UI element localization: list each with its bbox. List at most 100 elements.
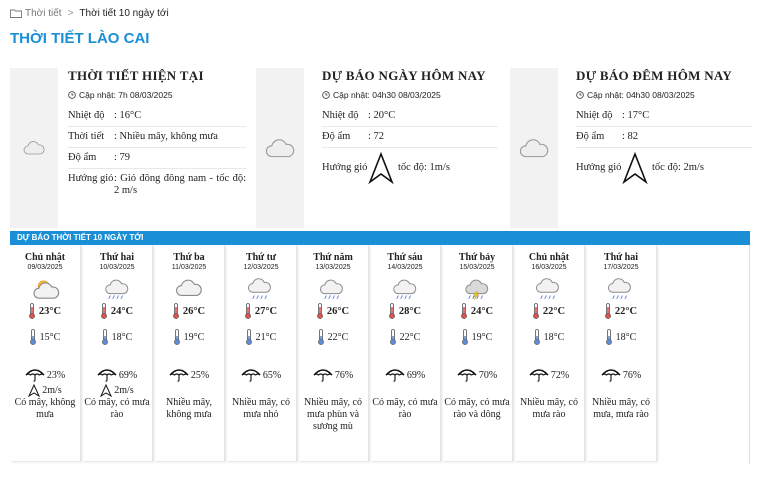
forecast-weather-icon-box <box>514 275 584 303</box>
forecast-day-card[interactable]: Chủ nhật 16/03/2025 22°C 18°C 72% Nhiều … <box>514 245 585 461</box>
forecast-day-date: 13/03/2025 <box>315 264 351 271</box>
ten-day-forecast-heading: DỰ BÁO THỜI TIẾT 10 NGÀY TỚI <box>10 231 750 245</box>
forecast-low-temp-line: 19°C <box>442 329 512 345</box>
thermometer-high-icon <box>100 303 107 319</box>
umbrella-icon <box>385 369 405 382</box>
forecast-high-temp-line: 22°C <box>514 303 584 319</box>
current-row-wind: Hướng gió: Gió đông đông nam - tốc độ: 2… <box>68 173 246 196</box>
forecast-low-temp: 22°C <box>399 331 421 343</box>
forecast-day-card[interactable]: Thứ sáu 14/03/2025 28°C 22°C 69% Có mây,… <box>370 245 441 461</box>
forecast-day-card[interactable]: Thứ tư 12/03/2025 27°C 21°C 65% Nhiều mâ… <box>226 245 297 461</box>
forecast-high-temp: 24°C <box>110 305 134 317</box>
forecast-day-card[interactable]: Thứ năm 13/03/2025 26°C 22°C 76% Nhiều m… <box>298 245 369 461</box>
forecast-wind-line <box>154 383 224 397</box>
forecast-wind-line <box>370 383 440 397</box>
breadcrumb-home-link[interactable]: Thời tiết <box>10 8 62 19</box>
folder-icon <box>10 9 22 18</box>
forecast-rain-line: 69% <box>370 367 440 383</box>
forecast-high-temp-line: 22°C <box>586 303 656 319</box>
forecast-weather-icon-box <box>370 275 440 303</box>
forecast-day-name: Thứ bảy <box>458 252 496 263</box>
forecast-day-card[interactable]: Thứ bảy 15/03/2025 24°C 19°C 70% Có mây,… <box>442 245 513 461</box>
today-heading: DỰ BÁO NGÀY HÔM NAY <box>322 68 486 83</box>
today-updated-text: Cập nhật: 04h30 08/03/2025 <box>333 90 441 100</box>
thermometer-high-icon <box>28 303 35 319</box>
today-updated: Cập nhật: 04h30 08/03/2025 <box>322 90 498 100</box>
cloud-drizzle-icon <box>319 279 343 299</box>
forecast-day-card[interactable]: Chủ nhật 09/03/2025 23°C 15°C 23% 2m/s C… <box>10 245 81 461</box>
forecast-low-temp: 21°C <box>255 331 277 343</box>
forecast-low-temp: 18°C <box>615 331 637 343</box>
forecast-description: Nhiều mây, có mưa, mưa rào <box>592 397 650 420</box>
thermometer-high-icon <box>604 303 611 319</box>
forecast-day-name: Thứ hai <box>603 252 639 263</box>
forecast-rain-line: 76% <box>586 367 656 383</box>
forecast-description: Nhiều mây, có mưa phùn và sương mù <box>304 397 362 432</box>
forecast-wind-line: 2m/s <box>82 383 152 397</box>
forecast-day-name: Chủ nhật <box>528 252 570 263</box>
thermometer-low-icon <box>173 329 180 345</box>
forecast-high-temp-line: 26°C <box>154 303 224 319</box>
forecast-high-temp-line: 27°C <box>226 303 296 319</box>
tonight-heading: DỰ BÁO ĐÊM HÔM NAY <box>576 68 733 83</box>
umbrella-icon <box>457 369 477 382</box>
tonight-row-temp: Nhiệt độ: 17°C <box>576 106 752 127</box>
forecast-rain-chance: 23% <box>46 369 66 381</box>
forecast-description: Nhiều mây, có mưa nhỏ <box>232 397 290 420</box>
forecast-rain-chance: 70% <box>478 369 498 381</box>
forecast-low-temp-line: 18°C <box>82 329 152 345</box>
forecast-description: Có mây, có mưa rào và dông <box>444 397 510 420</box>
current-row-weather: Thời tiết: Nhiều mây, không mưa <box>68 127 246 148</box>
umbrella-icon <box>313 369 333 382</box>
today-forecast-panel: DỰ BÁO NGÀY HÔM NAY Cập nhật: 04h30 08/0… <box>322 68 498 228</box>
forecast-rain-line: 65% <box>226 367 296 383</box>
forecast-day-name: Chủ nhật <box>24 252 66 263</box>
forecast-description: Có mây, có mưa rào <box>84 397 150 420</box>
breadcrumb: Thời tiết > Thời tiết 10 ngày tới <box>10 8 169 19</box>
forecast-low-temp: 19°C <box>471 331 493 343</box>
forecast-wind-line <box>226 383 296 397</box>
forecast-low-temp-line: 18°C <box>514 329 584 345</box>
forecast-day-card[interactable]: Thứ hai 17/03/2025 22°C 18°C 76% Nhiều m… <box>586 245 657 461</box>
thermometer-low-icon <box>29 329 36 345</box>
thermometer-low-icon <box>317 329 324 345</box>
clock-icon <box>322 91 330 99</box>
forecast-day-date: 15/03/2025 <box>459 264 495 271</box>
current-row-temp: Nhiệt độ: 16°C <box>68 106 246 127</box>
forecast-rain-chance: 69% <box>406 369 426 381</box>
forecast-low-temp: 19°C <box>183 331 205 343</box>
current-row-humidity: Độ ẩm: 79 <box>68 148 246 169</box>
forecast-description: Có mây, có mưa rào <box>372 397 438 420</box>
forecast-day-card[interactable]: Thứ ba 11/03/2025 26°C 19°C 25% Nhiều mâ… <box>154 245 225 461</box>
thunderstorm-icon <box>465 279 489 301</box>
forecast-wind-line <box>442 383 512 397</box>
forecast-wind-speed: 2m/s <box>42 384 62 396</box>
wind-direction-arrow-icon <box>368 152 394 184</box>
thermometer-high-icon <box>244 303 251 319</box>
forecast-wind-speed: 2m/s <box>114 384 134 396</box>
forecast-low-temp: 22°C <box>327 331 349 343</box>
forecast-high-temp-line: 23°C <box>10 303 80 319</box>
cloud-icon <box>519 138 549 157</box>
today-row-temp: Nhiệt độ: 20°C <box>322 106 498 127</box>
forecast-rain-line: 72% <box>514 367 584 383</box>
current-updated: Cập nhật: 7h 08/03/2025 <box>68 90 246 100</box>
forecast-day-card[interactable]: Thứ hai 10/03/2025 24°C 18°C 69% 2m/s Có… <box>82 245 153 461</box>
forecast-day-date: 12/03/2025 <box>243 264 279 271</box>
forecast-wind-line <box>298 383 368 397</box>
umbrella-icon <box>529 369 549 382</box>
umbrella-icon <box>241 369 261 382</box>
today-row-humidity: Độ ẩm: 72 <box>322 127 498 148</box>
forecast-day-name: Thứ ba <box>173 252 205 263</box>
forecast-day-name: Thứ hai <box>99 252 135 263</box>
forecast-high-temp: 27°C <box>254 305 278 317</box>
today-row-wind: Hướng gió tốc độ: 1m/s <box>322 148 498 188</box>
forecast-weather-icon-box <box>154 275 224 303</box>
sun-cloud-icon <box>33 280 60 299</box>
forecast-low-temp: 18°C <box>543 331 565 343</box>
wind-direction-arrow-icon <box>100 383 113 397</box>
breadcrumb-current[interactable]: Thời tiết 10 ngày tới <box>79 8 168 19</box>
forecast-high-temp-line: 24°C <box>82 303 152 319</box>
tonight-forecast-panel: DỰ BÁO ĐÊM HÔM NAY Cập nhật: 04h30 08/03… <box>576 68 752 228</box>
thermometer-high-icon <box>316 303 323 319</box>
